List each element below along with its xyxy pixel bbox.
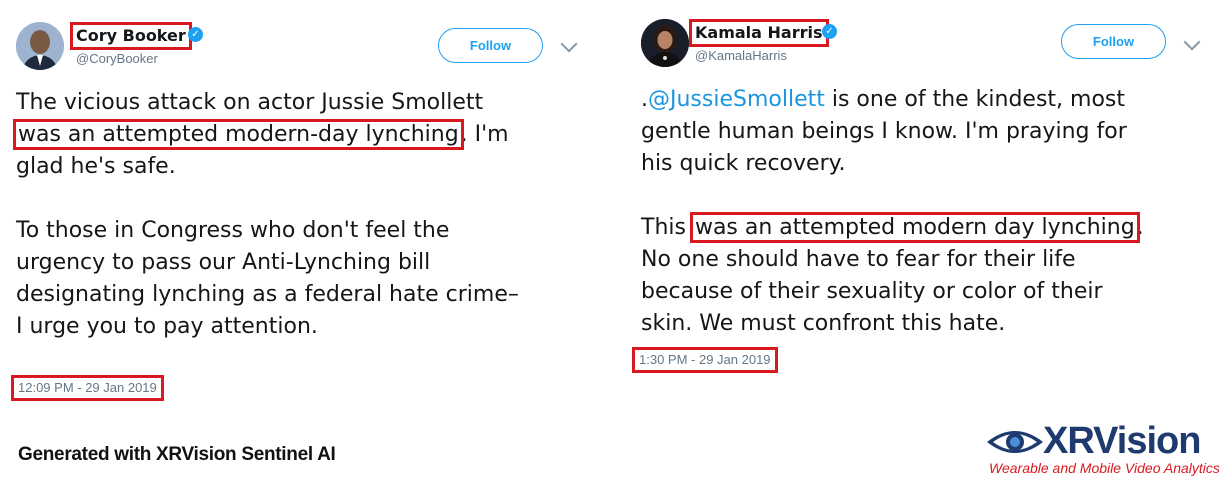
display-name[interactable]: Cory Booker bbox=[70, 22, 192, 50]
verified-icon: ✓ bbox=[822, 24, 837, 39]
mention-link[interactable]: @JussieSmollett bbox=[648, 87, 825, 112]
eye-icon bbox=[987, 431, 1043, 453]
text-fragment: . bbox=[641, 87, 648, 112]
logo-tagline: Wearable and Mobile Video Analytics bbox=[989, 460, 1220, 476]
highlight-box: was an attempted modern-day lynching bbox=[13, 119, 464, 150]
handle[interactable]: @CoryBooker bbox=[76, 51, 158, 66]
text-line: skin. We must confront this hate. bbox=[641, 311, 1006, 336]
chevron-down-icon[interactable] bbox=[560, 35, 578, 53]
text-line: designating lynching as a federal hate c… bbox=[16, 282, 519, 307]
text-line: was an attempted modern-day lynching. I'… bbox=[13, 119, 519, 151]
text-line: The vicious attack on actor Jussie Smoll… bbox=[16, 90, 484, 115]
text-fragment: is one of the kindest, most bbox=[824, 87, 1126, 112]
text-line: To those in Congress who don't feel the bbox=[16, 218, 450, 243]
text-line: No one should have to fear for their lif… bbox=[641, 247, 1076, 272]
handle[interactable]: @KamalaHarris bbox=[695, 48, 787, 63]
avatar[interactable] bbox=[641, 19, 689, 67]
text-line: This was an attempted modern day lynchin… bbox=[641, 212, 1144, 244]
text-line: urgency to pass our Anti-Lynching bill bbox=[16, 250, 431, 275]
display-name[interactable]: Kamala Harris bbox=[689, 19, 829, 47]
avatar[interactable] bbox=[16, 22, 64, 70]
text-fragment: This bbox=[641, 215, 693, 240]
credit-text: Generated with XRVision Sentinel AI bbox=[18, 444, 336, 465]
text-line: I urge you to pay attention. bbox=[16, 314, 318, 339]
follow-button[interactable]: Follow bbox=[1061, 24, 1166, 59]
chevron-down-icon[interactable] bbox=[1183, 33, 1201, 51]
follow-button[interactable]: Follow bbox=[438, 28, 543, 63]
text-line: because of their sexuality or color of t… bbox=[641, 279, 1103, 304]
logo-wordmark: XRVision bbox=[1043, 420, 1201, 462]
xrvision-logo: XRVision Wearable and Mobile Video Analy… bbox=[985, 420, 1220, 478]
tweet-text: .@JussieSmollett is one of the kindest, … bbox=[641, 84, 1144, 340]
text-fragment: . I'm bbox=[460, 122, 509, 147]
timestamp[interactable]: 12:09 PM - 29 Jan 2019 bbox=[11, 375, 164, 401]
tweet-text: The vicious attack on actor Jussie Smoll… bbox=[13, 87, 519, 343]
text-line: gentle human beings I know. I'm praying … bbox=[641, 119, 1127, 144]
text-fragment: . bbox=[1136, 215, 1144, 240]
text-line: glad he's safe. bbox=[16, 154, 176, 179]
text-line: .@JussieSmollett is one of the kindest, … bbox=[641, 84, 1144, 116]
timestamp[interactable]: 1:30 PM - 29 Jan 2019 bbox=[632, 347, 778, 373]
highlight-box: was an attempted modern day lynching bbox=[689, 212, 1140, 243]
text-line: his quick recovery. bbox=[641, 151, 846, 176]
verified-icon: ✓ bbox=[188, 27, 203, 42]
